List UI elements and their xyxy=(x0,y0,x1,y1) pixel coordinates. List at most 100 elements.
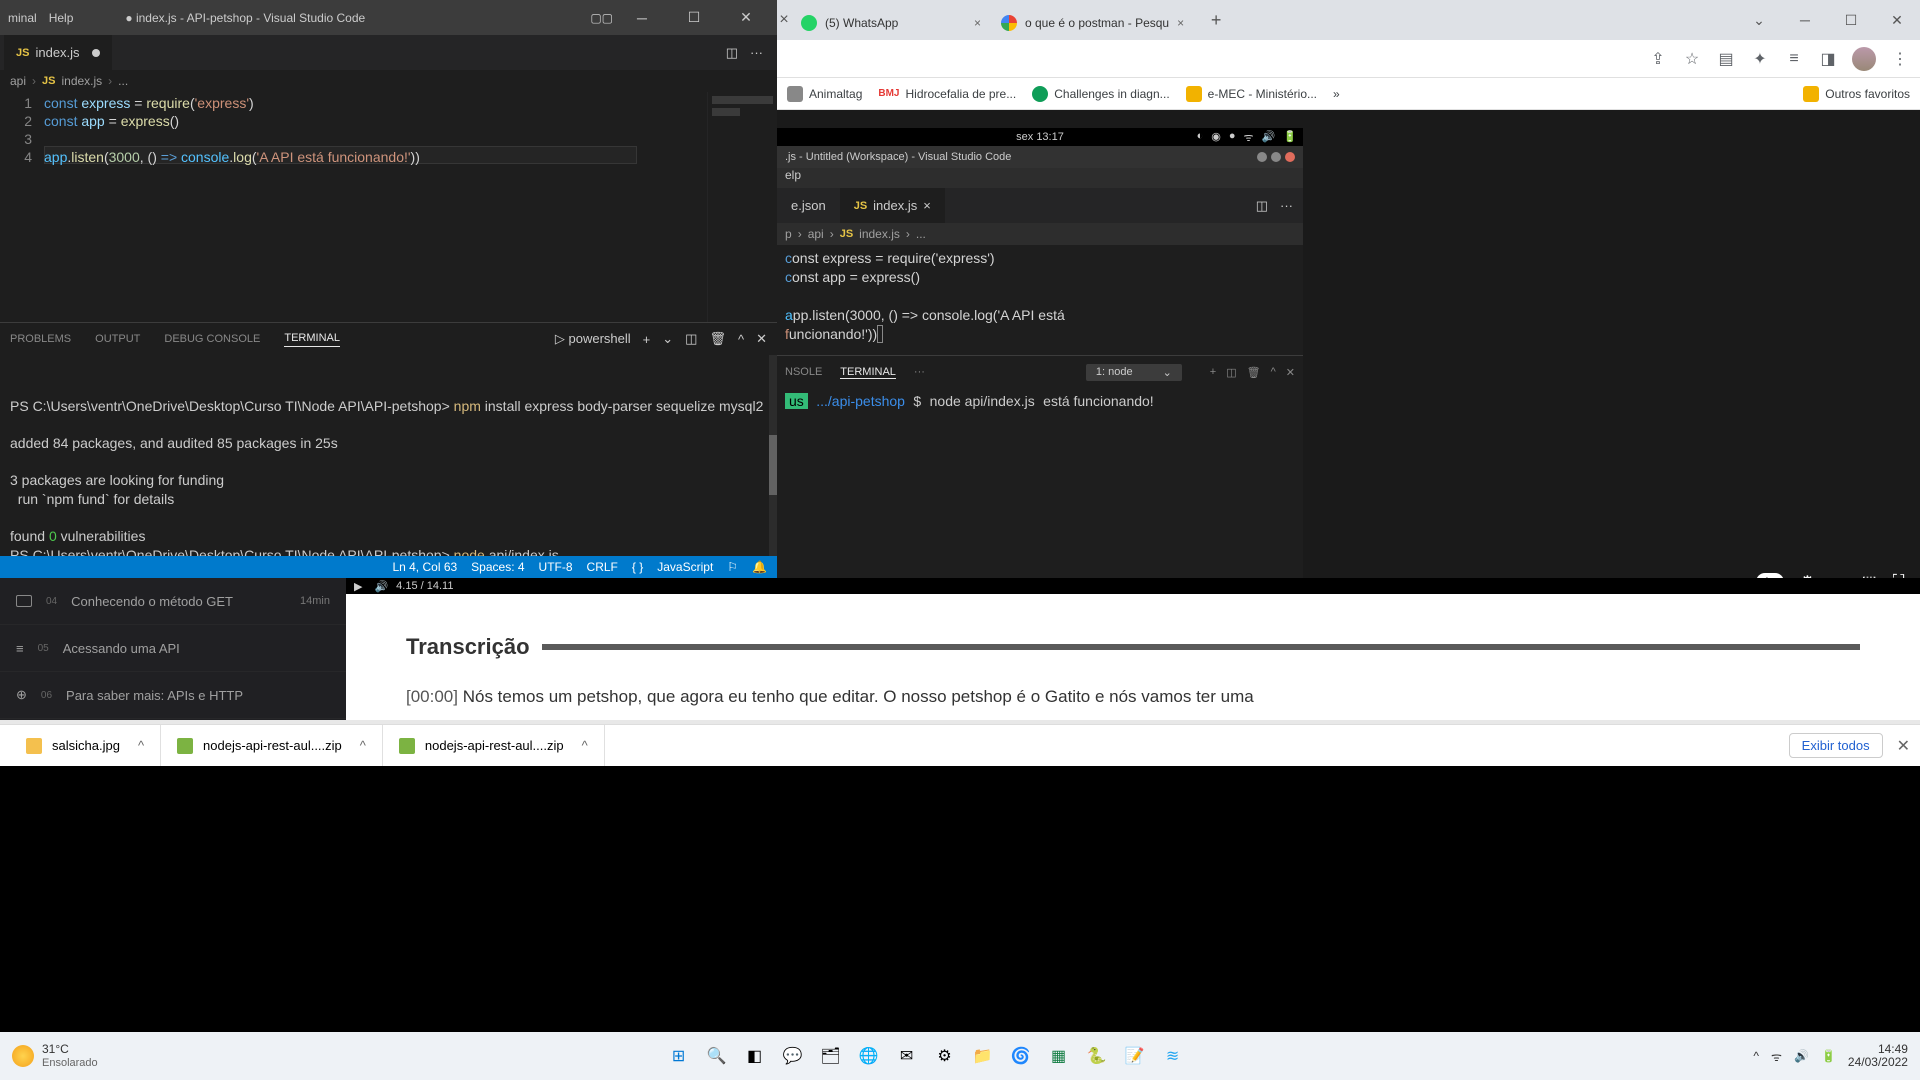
more-icon[interactable]: ··· xyxy=(914,366,925,378)
tab-json[interactable]: e.json xyxy=(777,188,840,223)
close-tab-icon[interactable]: × xyxy=(1177,16,1184,30)
terminal-select[interactable]: 1: node⌄ xyxy=(1086,364,1182,381)
menu-help[interactable]: Help xyxy=(49,11,74,25)
maximize-button[interactable]: ☐ xyxy=(1828,0,1874,40)
split-editor-icon[interactable]: ◫ xyxy=(726,45,738,61)
wifi-icon[interactable]: ᯤ xyxy=(1771,1048,1782,1065)
file-explorer-icon[interactable]: 🗂 xyxy=(817,1042,845,1070)
breadcrumb-seg[interactable]: ... xyxy=(118,74,128,88)
vscode-icon[interactable]: ≋ xyxy=(1159,1042,1187,1070)
chevron-up-icon[interactable]: ^ xyxy=(138,738,144,753)
bookmarks-overflow[interactable]: » xyxy=(1333,87,1340,101)
tab-dropdown-icon[interactable]: ⌄ xyxy=(1736,0,1782,40)
editor[interactable]: 1234 const express = require('express') … xyxy=(0,92,777,322)
chat-icon[interactable]: 💬 xyxy=(779,1042,807,1070)
tab-index-js[interactable]: JS index.js × xyxy=(840,188,945,223)
breadcrumb-seg[interactable]: api xyxy=(10,74,26,88)
start-button[interactable]: ⊞ xyxy=(665,1042,693,1070)
close-tab-icon[interactable]: × xyxy=(923,198,931,213)
tab-problems[interactable]: PROBLEMS xyxy=(10,333,71,345)
search-icon[interactable]: 🔍 xyxy=(703,1042,731,1070)
browser-tab-whatsapp[interactable]: (5) WhatsApp × xyxy=(791,6,991,40)
tab-output[interactable]: OUTPUT xyxy=(95,333,140,345)
minimize-dot[interactable] xyxy=(1257,152,1267,162)
code-content[interactable]: const express = require('express') const… xyxy=(44,92,707,322)
other-bookmarks[interactable]: Outros favoritos xyxy=(1803,86,1910,102)
breadcrumb[interactable]: api › JS index.js › ... xyxy=(0,70,777,92)
layout-icon[interactable]: ▢▢ xyxy=(590,11,613,25)
reading-list-icon[interactable]: ≡ xyxy=(1784,49,1804,69)
breadcrumb-seg[interactable]: index.js xyxy=(61,74,102,88)
trash-icon[interactable]: 🗑 xyxy=(709,331,726,347)
terminal-shell-label[interactable]: ▷ powershell xyxy=(555,331,631,347)
tab-debug-console[interactable]: DEBUG CONSOLE xyxy=(164,333,260,345)
chevron-up-icon[interactable]: ^ xyxy=(1753,1049,1759,1063)
menu-terminal[interactable]: minal xyxy=(8,11,37,25)
close-button[interactable]: ✕ xyxy=(723,3,769,33)
language-status[interactable]: JavaScript xyxy=(657,560,713,574)
browser-tab-google[interactable]: o que é o postman - Pesqu × xyxy=(991,6,1194,40)
minimize-button[interactable]: ─ xyxy=(619,3,665,33)
chevron-up-icon[interactable]: ^ xyxy=(582,738,588,753)
side-panel-icon[interactable]: ◨ xyxy=(1818,49,1838,69)
mail-icon[interactable]: ✉ xyxy=(893,1042,921,1070)
cursor-position[interactable]: Ln 4, Col 63 xyxy=(392,560,457,574)
eol-status[interactable]: CRLF xyxy=(587,560,618,574)
share-icon[interactable]: ⇪ xyxy=(1648,49,1668,69)
folder-icon[interactable]: 📁 xyxy=(969,1042,997,1070)
weather-widget[interactable]: 31°CEnsolarado xyxy=(12,1043,98,1068)
editor[interactable]: const express = require('express') const… xyxy=(777,245,1303,355)
minimap[interactable] xyxy=(707,92,777,322)
terminal-scrollbar[interactable] xyxy=(769,355,777,556)
chevron-up-icon[interactable]: ^ xyxy=(738,332,744,347)
extensions-icon[interactable]: ✦ xyxy=(1750,49,1770,69)
bookmark-item[interactable]: BMJHidrocefalia de pre... xyxy=(878,87,1016,101)
close-button[interactable]: ✕ xyxy=(1874,0,1920,40)
clock[interactable]: 14:49 24/03/2022 xyxy=(1848,1043,1908,1069)
new-terminal-icon[interactable]: + xyxy=(1210,366,1216,379)
lesson-item[interactable]: ⊕ 06 Para saber mais: APIs e HTTP xyxy=(0,672,346,719)
bell-icon[interactable]: 🔔 xyxy=(752,560,767,574)
download-item[interactable]: salsicha.jpg ^ xyxy=(10,725,161,766)
minimize-button[interactable]: ─ xyxy=(1782,0,1828,40)
tab-console[interactable]: NSOLE xyxy=(785,366,822,378)
more-icon[interactable]: ··· xyxy=(750,45,763,61)
profile-avatar[interactable] xyxy=(1852,47,1876,71)
split-editor-icon[interactable]: ◫ xyxy=(1256,198,1268,214)
lesson-item[interactable]: ≡ 05 Acessando uma API xyxy=(0,625,346,672)
encoding-status[interactable]: UTF-8 xyxy=(539,560,573,574)
split-terminal-icon[interactable]: ◫ xyxy=(685,331,697,347)
reader-icon[interactable]: ▤ xyxy=(1716,49,1736,69)
excel-icon[interactable]: ▦ xyxy=(1045,1042,1073,1070)
split-terminal-icon[interactable]: ◫ xyxy=(1226,366,1236,379)
battery-icon[interactable]: 🔋 xyxy=(1821,1049,1836,1063)
bookmark-item[interactable]: e-MEC - Ministério... xyxy=(1186,86,1317,102)
chrome-icon[interactable]: 🌐 xyxy=(855,1042,883,1070)
bookmark-item[interactable]: Animaltag xyxy=(787,86,862,102)
tab-index-js[interactable]: JS index.js xyxy=(4,35,113,70)
bookmark-star-icon[interactable]: ☆ xyxy=(1682,49,1702,69)
more-icon[interactable]: ··· xyxy=(1280,198,1293,214)
close-panel-icon[interactable]: ✕ xyxy=(1286,366,1295,379)
download-item[interactable]: nodejs-api-rest-aul....zip ^ xyxy=(161,725,383,766)
feedback-icon[interactable]: ⚐ xyxy=(727,560,738,574)
maximize-button[interactable]: ☐ xyxy=(671,3,717,33)
new-tab-button[interactable]: + xyxy=(1202,6,1230,34)
indent-status[interactable]: Spaces: 4 xyxy=(471,560,524,574)
trash-icon[interactable]: 🗑 xyxy=(1247,366,1261,379)
settings-icon[interactable]: ⚙ xyxy=(931,1042,959,1070)
close-tab-icon[interactable]: × xyxy=(974,16,981,30)
menu-help[interactable]: elp xyxy=(777,168,1303,188)
python-icon[interactable]: 🐍 xyxy=(1083,1042,1111,1070)
close-tab-icon[interactable]: × xyxy=(777,0,791,40)
volume-icon[interactable]: 🔊 xyxy=(374,580,388,593)
volume-icon[interactable]: 🔊 xyxy=(1794,1049,1809,1063)
close-dot[interactable] xyxy=(1285,152,1295,162)
chevron-up-icon[interactable]: ^ xyxy=(360,738,366,753)
notepad-icon[interactable]: 📝 xyxy=(1121,1042,1149,1070)
close-panel-icon[interactable]: ✕ xyxy=(756,331,767,347)
download-item[interactable]: nodejs-api-rest-aul....zip ^ xyxy=(383,725,605,766)
terminal[interactable]: PS C:\Users\ventr\OneDrive\Desktop\Curso… xyxy=(0,355,777,556)
terminal[interactable]: us .../api-petshop $ node api/index.js e… xyxy=(777,388,1303,586)
maximize-dot[interactable] xyxy=(1271,152,1281,162)
